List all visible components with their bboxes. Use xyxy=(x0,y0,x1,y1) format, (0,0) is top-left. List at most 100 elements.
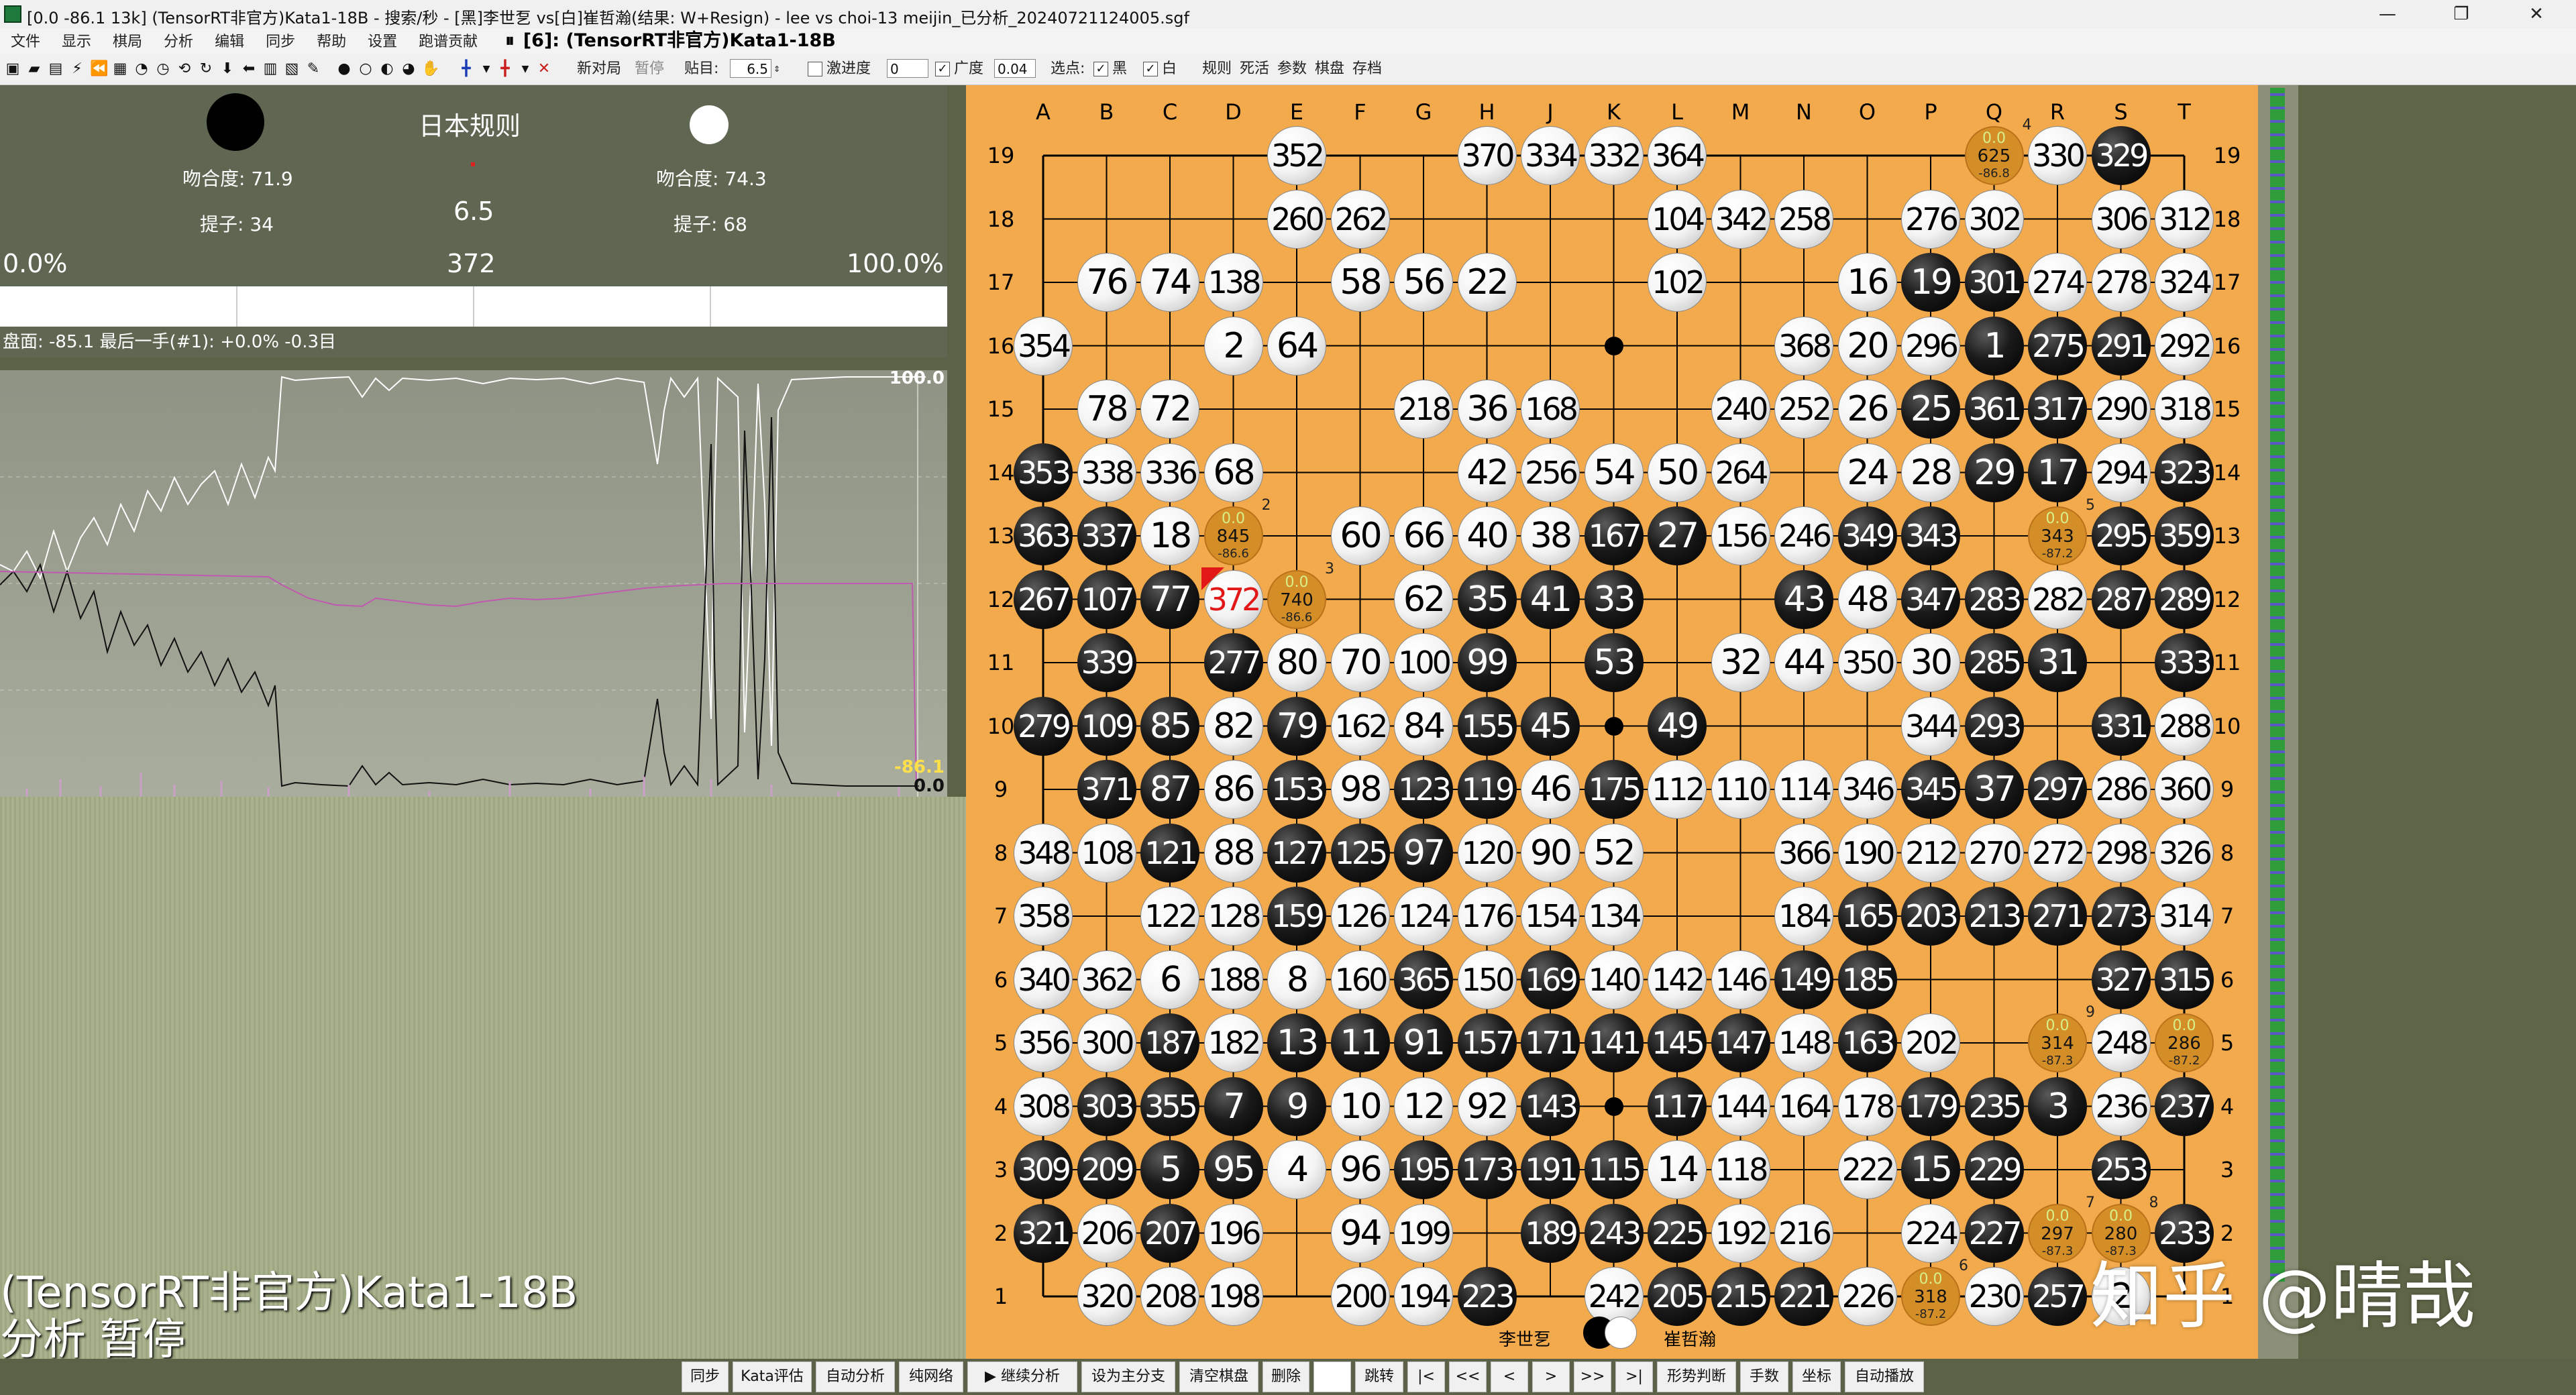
white-stone[interactable]: 360 xyxy=(2155,760,2214,819)
black-stone[interactable]: 271 xyxy=(2028,887,2087,946)
white-stone[interactable]: 272 xyxy=(2028,823,2087,883)
black-stone-icon[interactable]: ● xyxy=(335,60,353,78)
white-stone[interactable]: 286 xyxy=(2091,760,2151,819)
black-stone[interactable]: 29 xyxy=(1964,443,2024,502)
black-stone[interactable]: 291 xyxy=(2091,316,2151,376)
white-stone[interactable]: 314 xyxy=(2155,887,2214,946)
white-stone[interactable]: 108 xyxy=(1077,823,1136,883)
bottom-button-6[interactable]: 清空棋盘 xyxy=(1179,1361,1258,1392)
black-stone[interactable]: 317 xyxy=(2028,380,2087,439)
white-stone[interactable]: 344 xyxy=(1901,696,1960,756)
black-stone[interactable]: 289 xyxy=(2155,569,2214,629)
black-stone[interactable]: 187 xyxy=(1140,1013,1199,1072)
black-stone[interactable]: 13 xyxy=(1267,1013,1326,1072)
bottom-button-15[interactable]: >| xyxy=(1615,1361,1653,1392)
black-stone[interactable]: 359 xyxy=(2155,506,2214,565)
white-stone[interactable]: 292 xyxy=(2155,316,2214,376)
white-stone[interactable]: 356 xyxy=(1014,1013,1073,1072)
white-stone[interactable]: 150 xyxy=(1457,950,1517,1009)
black-stone[interactable]: 207 xyxy=(1140,1203,1199,1263)
maximize-button[interactable]: ❐ xyxy=(2424,0,2498,28)
bottom-button-19[interactable]: 自动播放 xyxy=(1845,1361,1924,1392)
white-stone[interactable]: 192 xyxy=(1711,1203,1770,1263)
white-stone[interactable]: 12 xyxy=(1394,1076,1453,1136)
grid-icon[interactable]: ▦ xyxy=(111,60,129,78)
black-stone[interactable]: 213 xyxy=(1964,887,2024,946)
black-stone[interactable]: 147 xyxy=(1711,1013,1770,1072)
black-stone[interactable]: 7 xyxy=(1203,1076,1263,1136)
white-stone[interactable]: 126 xyxy=(1330,887,1390,946)
bottom-button-10[interactable]: |< xyxy=(1407,1361,1445,1392)
black-stone[interactable]: 3 xyxy=(2028,1076,2087,1136)
black-stone[interactable]: 33 xyxy=(1584,569,1644,629)
bottom-button-14[interactable]: >> xyxy=(1574,1361,1611,1392)
black-stone[interactable]: 127 xyxy=(1267,823,1326,883)
table-icon[interactable]: ▥ xyxy=(262,60,279,78)
white-stone[interactable]: 120 xyxy=(1457,823,1517,883)
white-stone[interactable]: 162 xyxy=(1330,696,1390,756)
white-stone[interactable]: 134 xyxy=(1584,887,1644,946)
white-stone[interactable]: 48 xyxy=(1837,569,1897,629)
pencil-icon[interactable]: ✎ xyxy=(305,60,322,78)
move-tree-bar[interactable] xyxy=(2270,88,2285,1282)
white-stone[interactable]: 178 xyxy=(1837,1076,1897,1136)
black-stone[interactable]: 145 xyxy=(1648,1013,1707,1072)
black-stone[interactable]: 125 xyxy=(1330,823,1390,883)
black-stone[interactable]: 349 xyxy=(1837,506,1897,565)
white-stone[interactable]: 342 xyxy=(1711,189,1770,249)
black-stone[interactable]: 221 xyxy=(1774,1267,1833,1326)
white-stone[interactable]: 300 xyxy=(1077,1013,1136,1072)
pick-black-checkbox[interactable]: ✓ xyxy=(1093,62,1108,76)
delete-x-icon[interactable]: ✕ xyxy=(535,60,553,78)
black-stone[interactable]: 123 xyxy=(1394,760,1453,819)
black-stone[interactable]: 361 xyxy=(1964,380,2024,439)
black-stone[interactable]: 149 xyxy=(1774,950,1833,1009)
black-stone[interactable]: 157 xyxy=(1457,1013,1517,1072)
black-stone[interactable]: 141 xyxy=(1584,1013,1644,1072)
candidate-move[interactable]: 0.0 286 -87.2 xyxy=(2155,1013,2214,1072)
menu-file[interactable]: 文件 xyxy=(0,30,51,55)
black-stone[interactable]: 333 xyxy=(2155,633,2214,692)
white-stone[interactable]: 346 xyxy=(1837,760,1897,819)
black-stone[interactable]: 215 xyxy=(1711,1267,1770,1326)
white-stone[interactable]: 16 xyxy=(1837,253,1897,312)
black-stone[interactable]: 31 xyxy=(2028,633,2087,692)
white-stone[interactable]: 230 xyxy=(1964,1267,2024,1326)
black-stone[interactable]: 253 xyxy=(2091,1140,2151,1199)
alternate-stone-icon[interactable]: ◐ xyxy=(378,60,396,78)
black-stone[interactable]: 165 xyxy=(1837,887,1897,946)
white-stone[interactable]: 302 xyxy=(1964,189,2024,249)
menu-analysis[interactable]: 分析 xyxy=(153,30,204,55)
new-game-button[interactable]: 新对局 xyxy=(577,60,621,78)
white-stone[interactable]: 92 xyxy=(1457,1076,1517,1136)
black-stone[interactable]: 229 xyxy=(1964,1140,2024,1199)
white-stone[interactable]: 199 xyxy=(1394,1203,1453,1263)
black-stone[interactable]: 85 xyxy=(1140,696,1199,756)
pause-button[interactable]: 暂停 xyxy=(635,60,664,78)
white-stone[interactable]: 38 xyxy=(1521,506,1580,565)
save-icon[interactable]: ▤ xyxy=(47,60,64,78)
bottom-button-4[interactable]: ▶ 继续分析 xyxy=(967,1361,1077,1392)
black-stone[interactable]: 191 xyxy=(1521,1140,1580,1199)
white-stone[interactable]: 340 xyxy=(1014,950,1073,1009)
black-stone[interactable]: 315 xyxy=(2155,950,2214,1009)
white-stone[interactable]: 62 xyxy=(1394,569,1453,629)
dropdown-arrow-icon[interactable]: ▼ xyxy=(517,60,534,78)
jump-move-input[interactable] xyxy=(1313,1361,1351,1392)
black-stone[interactable]: 329 xyxy=(2091,126,2151,185)
white-stone[interactable]: 202 xyxy=(1901,1013,1960,1072)
black-stone[interactable]: 337 xyxy=(1077,506,1136,565)
black-stone[interactable]: 117 xyxy=(1648,1076,1707,1136)
white-stone[interactable]: 148 xyxy=(1774,1013,1833,1072)
black-stone[interactable]: 169 xyxy=(1521,950,1580,1009)
black-stone[interactable]: 203 xyxy=(1901,887,1960,946)
black-stone[interactable]: 185 xyxy=(1837,950,1897,1009)
white-stone[interactable]: 160 xyxy=(1330,950,1390,1009)
black-stone[interactable]: 243 xyxy=(1584,1203,1644,1263)
black-stone[interactable]: 347 xyxy=(1901,569,1960,629)
white-stone[interactable]: 58 xyxy=(1330,253,1390,312)
black-stone[interactable]: 9 xyxy=(1267,1076,1326,1136)
white-stone[interactable]: 248 xyxy=(2091,1013,2151,1072)
white-stone[interactable]: 222 xyxy=(1837,1140,1897,1199)
white-stone[interactable]: 288 xyxy=(2155,696,2214,756)
